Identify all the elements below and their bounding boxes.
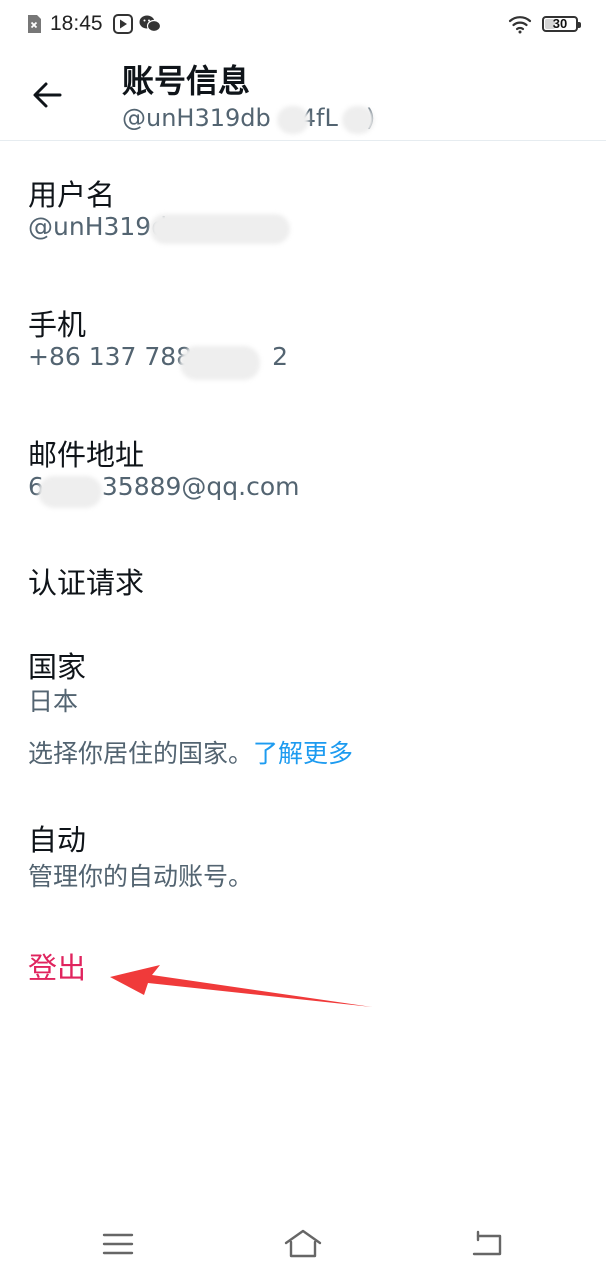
- username-label: 用户名: [28, 178, 116, 212]
- country-value: 日本: [28, 687, 79, 716]
- logout-button[interactable]: 登出: [28, 945, 86, 987]
- redaction-blur: [342, 106, 374, 134]
- status-bar: 18:45 30: [0, 0, 606, 48]
- redaction-blur: [180, 346, 260, 380]
- country-hint: 选择你居住的国家。了解更多: [28, 734, 353, 770]
- battery-level: 30: [552, 16, 568, 31]
- redaction-blur: [277, 106, 309, 134]
- system-nav-bar: [0, 1210, 606, 1280]
- redaction-blur: [150, 214, 290, 244]
- app-header: 账号信息 @unH319db4fL): [0, 48, 606, 141]
- wechat-icon: [139, 15, 161, 33]
- page-title: 账号信息: [122, 62, 251, 100]
- status-time: 18:45: [50, 12, 103, 35]
- learn-more-link[interactable]: 了解更多: [253, 739, 353, 768]
- automation-value: 管理你的自动账号。: [28, 862, 254, 891]
- home-icon[interactable]: [283, 1228, 323, 1260]
- account-handle-text: @unH319db: [122, 104, 271, 132]
- menu-icon[interactable]: [98, 1228, 138, 1260]
- battery-icon: 30: [542, 16, 581, 32]
- wifi-icon: [508, 16, 532, 34]
- sim-off-icon: [28, 15, 41, 33]
- automation-label: 自动: [28, 823, 87, 857]
- phone-label: 手机: [28, 308, 87, 342]
- redaction-blur: [38, 476, 102, 508]
- back-arrow-icon[interactable]: [30, 78, 64, 112]
- media-play-icon: [112, 14, 133, 34]
- country-label: 国家: [28, 650, 87, 684]
- back-icon[interactable]: [468, 1228, 508, 1260]
- phone-value-text: +86 137 788: [28, 342, 193, 371]
- username-value: @unH319d: [28, 212, 168, 241]
- account-handle: @unH319db4fL): [122, 104, 375, 132]
- phone-value-tail: 2: [272, 342, 288, 371]
- email-value-text: 35889@qq.com: [101, 472, 300, 501]
- country-hint-text: 选择你居住的国家。: [28, 739, 254, 768]
- annotation-arrow: [110, 965, 372, 1007]
- verification-request-item[interactable]: 认证请求: [28, 560, 144, 602]
- email-label: 邮件地址: [28, 438, 145, 472]
